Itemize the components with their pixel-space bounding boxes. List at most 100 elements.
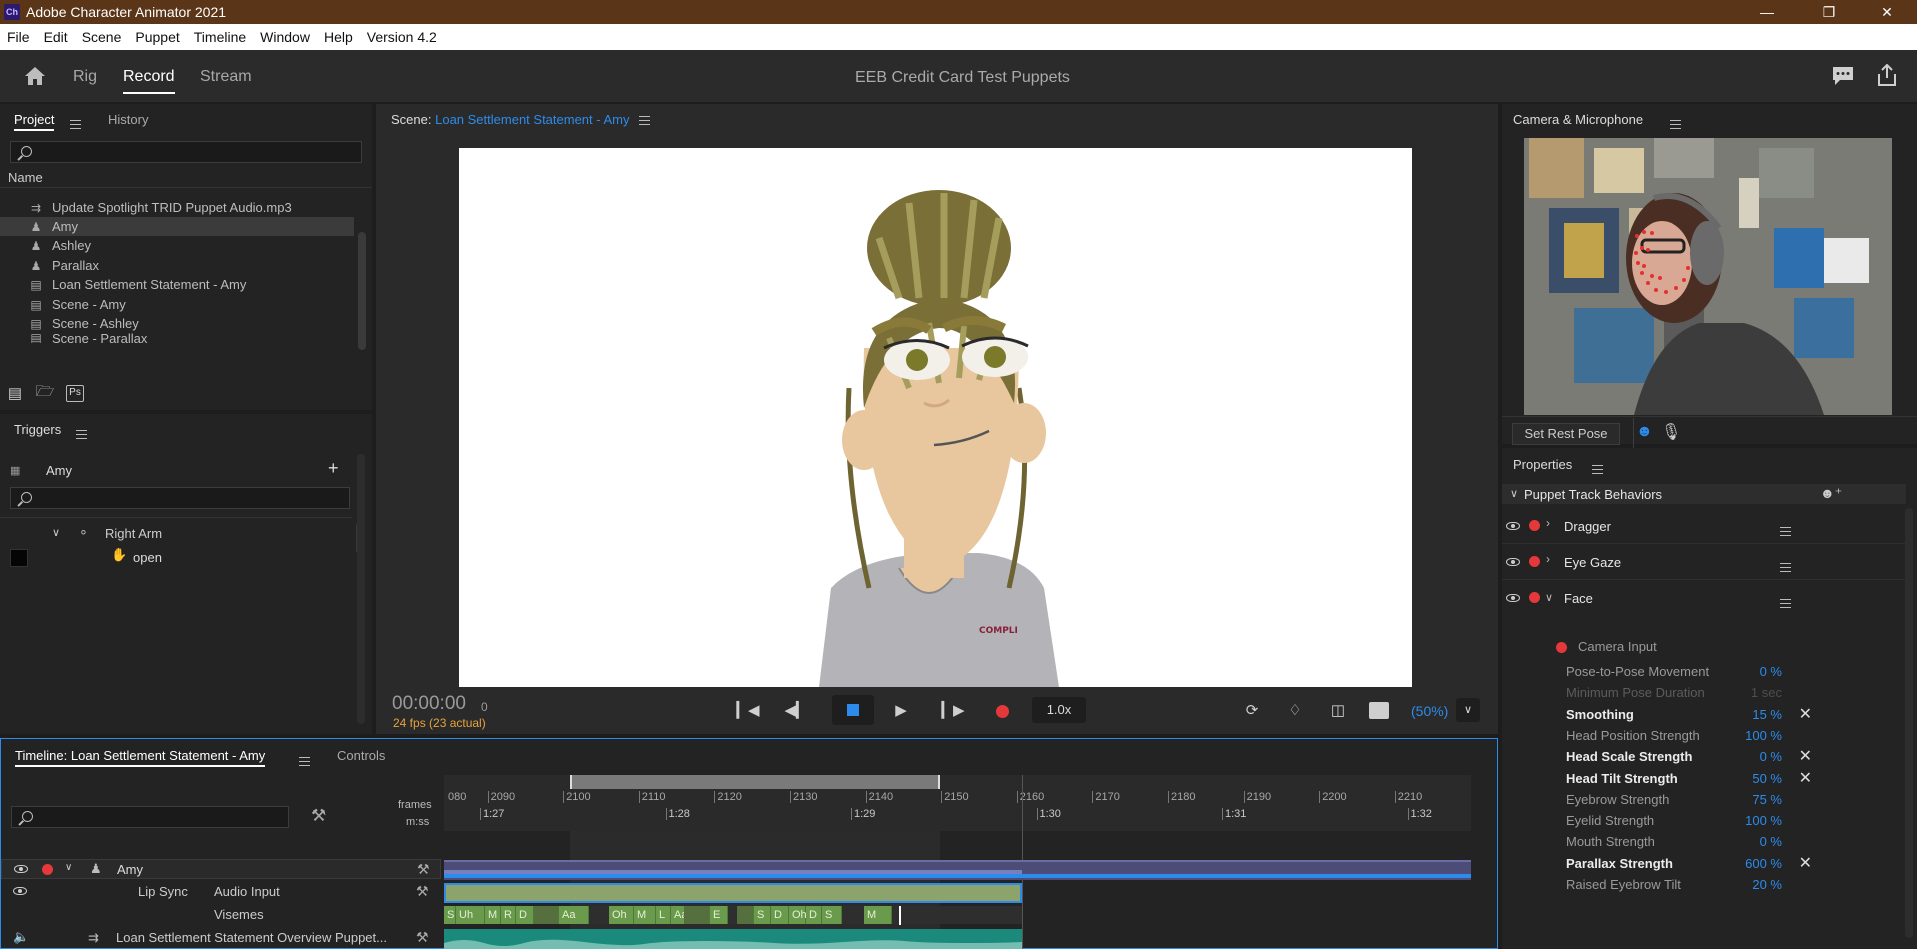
viseme-block[interactable]: S bbox=[822, 906, 842, 924]
chevron-right-icon[interactable]: › bbox=[1546, 516, 1550, 530]
properties-scrollbar[interactable] bbox=[1905, 508, 1913, 938]
timecode[interactable]: 00:00:00 bbox=[392, 693, 466, 715]
loop-icon[interactable]: ⟳ bbox=[1242, 700, 1262, 720]
audio-waveform-clip[interactable] bbox=[444, 929, 1022, 949]
tab-stream[interactable]: Stream bbox=[200, 68, 252, 86]
tab-controls[interactable]: Controls bbox=[337, 748, 385, 763]
tab-project[interactable]: Project bbox=[14, 112, 55, 131]
viseme-block[interactable]: Uh bbox=[456, 906, 485, 924]
triggers-menu-icon[interactable] bbox=[76, 430, 87, 440]
trigger-tree-right-arm[interactable]: Right Arm bbox=[105, 526, 162, 541]
viseme-block[interactable]: R bbox=[501, 906, 516, 924]
scene-stage[interactable]: COMPLI bbox=[459, 148, 1412, 687]
param-value[interactable]: 20 % bbox=[1752, 877, 1782, 892]
eye-icon[interactable] bbox=[14, 865, 28, 873]
viseme-block[interactable]: M bbox=[634, 906, 656, 924]
track-header-lip-sync[interactable]: Lip Sync Audio Input ⚒ bbox=[1, 881, 441, 903]
viseme-block[interactable]: D bbox=[516, 906, 534, 924]
param-value[interactable]: 75 % bbox=[1752, 792, 1782, 807]
zoom-level[interactable]: (50%) bbox=[1411, 703, 1448, 719]
viseme-block[interactable]: Aa bbox=[559, 906, 589, 924]
menu-window[interactable]: Window bbox=[253, 29, 317, 45]
pin-tracks-icon[interactable]: ⚒ bbox=[311, 806, 326, 826]
chevron-down-icon[interactable]: ∨ bbox=[52, 526, 60, 539]
timeline-ruler[interactable]: 080 2090 2100 2110 2120 2130 2140 2150 2160 2170 2… bbox=[444, 775, 1471, 831]
scene-menu-icon[interactable] bbox=[639, 116, 651, 126]
arm-record-dot[interactable] bbox=[42, 864, 53, 875]
behavior-menu-icon[interactable] bbox=[1780, 599, 1791, 609]
project-search-input[interactable] bbox=[10, 141, 362, 163]
viseme-block[interactable]: M bbox=[485, 906, 501, 924]
list-item[interactable]: ▤ Scene - Parallax bbox=[0, 333, 354, 343]
trigger-swatch[interactable] bbox=[10, 549, 28, 567]
project-scrollbar[interactable] bbox=[358, 232, 366, 350]
param-row[interactable]: Minimum Pose Duration 1 sec bbox=[1502, 682, 1812, 703]
arm-record-dot[interactable] bbox=[1529, 556, 1540, 567]
viseme-gap-block[interactable] bbox=[684, 906, 710, 924]
eye-icon[interactable] bbox=[1506, 522, 1520, 530]
param-row[interactable]: Head Position Strength 100 % bbox=[1502, 725, 1812, 746]
speaker-icon[interactable]: 🔈 bbox=[13, 929, 29, 945]
trigger-tree-open[interactable]: open bbox=[133, 550, 162, 565]
minimize-icon[interactable]: — bbox=[1744, 0, 1790, 24]
menu-file[interactable]: File bbox=[0, 29, 37, 45]
camera-input-dot[interactable] bbox=[1556, 642, 1567, 653]
menu-help[interactable]: Help bbox=[317, 29, 360, 45]
viseme-block[interactable]: D bbox=[771, 906, 789, 924]
param-row[interactable]: Head Scale Strength 0 % ✕ bbox=[1502, 746, 1812, 767]
set-rest-pose-button[interactable]: Set Rest Pose bbox=[1512, 423, 1620, 445]
viseme-gap-block[interactable] bbox=[737, 906, 754, 924]
record-button[interactable] bbox=[996, 705, 1009, 718]
tab-rig[interactable]: Rig bbox=[73, 68, 97, 86]
stop-button[interactable] bbox=[832, 695, 874, 725]
list-item[interactable]: ▤ Loan Settlement Statement - Amy bbox=[0, 275, 354, 294]
param-row[interactable]: Pose-to-Pose Movement 0 % bbox=[1502, 661, 1812, 682]
param-value[interactable]: 15 % bbox=[1752, 707, 1782, 722]
param-row[interactable]: Eyebrow Strength 75 % bbox=[1502, 789, 1812, 810]
add-trigger-icon[interactable]: + bbox=[328, 458, 339, 479]
list-item[interactable]: ♟ Parallax bbox=[0, 256, 354, 275]
viseme-block[interactable]: Oh bbox=[789, 906, 807, 924]
viseme-block[interactable]: S bbox=[754, 906, 771, 924]
step-forward-icon[interactable]: ▎▶ bbox=[941, 700, 964, 720]
behavior-eye-gaze[interactable]: › Eye Gaze bbox=[1502, 544, 1906, 580]
param-value[interactable]: 0 % bbox=[1760, 749, 1782, 764]
pin-icon[interactable]: ⚒ bbox=[416, 929, 429, 946]
restore-icon[interactable]: ❐ bbox=[1806, 0, 1852, 24]
tab-history[interactable]: History bbox=[108, 112, 148, 127]
folder-icon[interactable]: 🗁 bbox=[36, 383, 55, 402]
camera-menu-icon[interactable] bbox=[1670, 120, 1681, 130]
param-value[interactable]: 0 % bbox=[1760, 834, 1782, 849]
chat-icon[interactable] bbox=[1832, 66, 1854, 86]
timeline-menu-icon[interactable] bbox=[299, 757, 310, 767]
eye-icon[interactable] bbox=[1506, 594, 1520, 602]
viseme-block[interactable]: Oh bbox=[609, 906, 634, 924]
puppet-track-bar[interactable] bbox=[444, 860, 1471, 880]
viseme-gap-block[interactable] bbox=[534, 906, 559, 924]
scene-name-link[interactable]: Loan Settlement Statement - Amy bbox=[435, 112, 629, 127]
eye-icon[interactable] bbox=[13, 887, 27, 895]
clear-param-icon[interactable]: ✕ bbox=[1799, 853, 1812, 873]
go-to-start-icon[interactable]: ▎◀ bbox=[736, 700, 759, 720]
arm-record-dot[interactable] bbox=[1529, 592, 1540, 603]
clear-param-icon[interactable]: ✕ bbox=[1799, 704, 1812, 724]
tab-record[interactable]: Record bbox=[123, 68, 175, 94]
close-icon[interactable]: ✕ bbox=[1864, 0, 1910, 24]
pin-icon[interactable]: ⚒ bbox=[416, 883, 429, 900]
viseme-block[interactable]: M bbox=[864, 906, 892, 924]
list-item[interactable]: ▤ Scene - Ashley bbox=[0, 314, 354, 333]
viseme-block[interactable]: D bbox=[806, 906, 822, 924]
zoom-dropdown-icon[interactable]: ∨ bbox=[1456, 698, 1480, 722]
behavior-menu-icon[interactable] bbox=[1780, 563, 1791, 573]
properties-menu-icon[interactable] bbox=[1592, 465, 1603, 475]
cast-icon[interactable]: ◫ bbox=[1327, 700, 1349, 720]
share-icon[interactable] bbox=[1877, 64, 1897, 86]
chevron-down-icon[interactable]: ∨ bbox=[1545, 591, 1553, 604]
chevron-down-icon[interactable]: ∨ bbox=[65, 862, 72, 873]
clear-param-icon[interactable]: ✕ bbox=[1799, 746, 1812, 766]
list-item[interactable]: ⇉ Update Spotlight TRID Puppet Audio.mp3 bbox=[0, 198, 354, 217]
playback-speed[interactable]: 1.0x bbox=[1032, 697, 1086, 723]
track-header-audio[interactable]: 🔈 ⇉ Loan Settlement Statement Overview P… bbox=[1, 927, 441, 949]
visemes-track[interactable]: S Uh M R D Aa Oh M L Aa E S D Oh D S M bbox=[444, 906, 1022, 924]
chevron-right-icon[interactable]: › bbox=[1546, 552, 1550, 566]
